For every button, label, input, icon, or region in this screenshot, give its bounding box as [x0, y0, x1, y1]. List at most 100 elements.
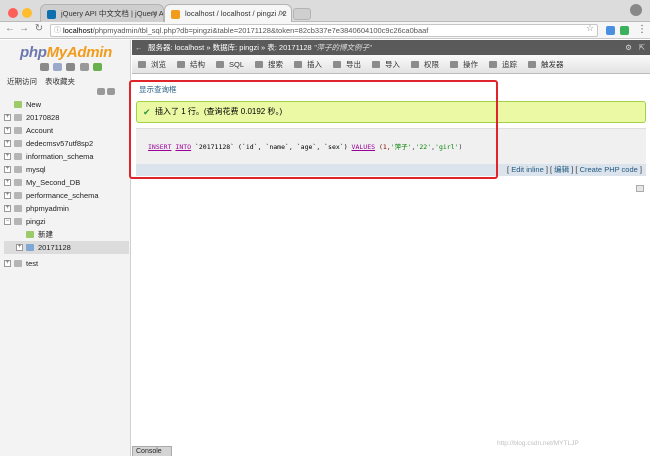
tree-item-database[interactable]: + test [4, 257, 129, 270]
triggers-icon [528, 61, 537, 68]
watermark-text: http://blog.csdn.net/MYTLJP [497, 440, 579, 447]
expand-icon[interactable]: + [4, 140, 11, 147]
expand-icon[interactable]: + [4, 166, 11, 173]
expand-icon[interactable]: ⇱ [639, 40, 645, 55]
window-minimize-button[interactable] [22, 8, 32, 18]
sql-icon [216, 61, 224, 68]
profile-avatar-icon[interactable] [630, 4, 642, 16]
sidebar-tabs: 近期访问 表收藏夹 [7, 76, 83, 87]
favorites-tab[interactable]: 表收藏夹 [45, 77, 75, 86]
info-icon[interactable]: ⓘ [54, 25, 61, 36]
tab-export[interactable]: 导出 [327, 55, 366, 74]
forward-arrow-icon[interactable]: → [18, 23, 30, 34]
browser-tab-strip: jQuery API 中文文档 | jQuery A ✕ localhost /… [0, 0, 650, 23]
tab-operations[interactable]: 操作 [444, 55, 483, 74]
show-query-box-link[interactable]: 显示查询框 [139, 84, 177, 95]
table-menu-bar: 浏览 结构 SQL 搜索 插入 导出 导入 权限 操作 追踪 触发器 [132, 55, 650, 74]
database-icon [14, 127, 22, 134]
browser-menu-icon[interactable]: ⋮ [637, 24, 647, 35]
database-icon [14, 166, 22, 173]
tab-search[interactable]: 搜索 [249, 55, 288, 74]
sql-query-display: INSERT INTO `20171128` (`id`, `name`, `a… [136, 128, 646, 164]
database-icon [14, 218, 22, 225]
tree-item-database[interactable]: + Account [4, 124, 129, 137]
tree-item-new-table[interactable]: 新建 [4, 228, 129, 241]
insert-icon [294, 61, 303, 68]
collapse-controls [97, 88, 117, 96]
browser-tab-jquery[interactable]: jQuery API 中文文档 | jQuery A ✕ [40, 4, 164, 23]
edit-link[interactable]: 编辑 [554, 165, 569, 174]
back-arrow-icon[interactable]: ← [135, 40, 143, 55]
extension-icon-green[interactable] [620, 26, 629, 35]
tree-item-database-pingzi[interactable]: − pingzi [4, 215, 129, 228]
docs-icon[interactable] [66, 63, 76, 71]
console-toggle-button[interactable]: Console [132, 446, 172, 456]
edit-inline-link[interactable]: Edit inline [511, 165, 544, 174]
tree-item-database[interactable]: + mysql [4, 163, 129, 176]
logout-icon[interactable] [53, 63, 63, 71]
tab-privileges[interactable]: 权限 [405, 55, 444, 74]
home-icon[interactable] [40, 63, 49, 71]
tab-structure[interactable]: 结构 [171, 55, 210, 74]
sql-actions: [ Edit inline ] [ 编辑 ] [ Create PHP code… [136, 164, 646, 176]
recent-tab[interactable]: 近期访问 [7, 77, 37, 86]
browser-tab-phpmyadmin[interactable]: localhost / localhost / pingzi / 2 ✕ [164, 4, 292, 23]
tree-item-database[interactable]: + performance_schema [4, 189, 129, 202]
back-arrow-icon[interactable]: ← [4, 23, 16, 34]
close-tab-icon[interactable]: ✕ [151, 5, 158, 23]
tab-title: jQuery API 中文文档 | jQuery A [61, 9, 164, 18]
database-icon [14, 192, 22, 199]
settings-icon[interactable] [79, 63, 89, 71]
expand-icon[interactable]: + [16, 244, 23, 251]
database-icon [14, 260, 22, 267]
export-icon [333, 61, 342, 68]
tab-triggers[interactable]: 触发器 [522, 55, 569, 74]
expand-icon[interactable]: + [4, 114, 11, 121]
tree-item-database[interactable]: + 20170828 [4, 111, 129, 124]
collapse-all-icon[interactable] [97, 88, 105, 95]
expand-icon[interactable]: + [4, 260, 11, 267]
database-icon [14, 140, 22, 147]
browser-toolbar: ← → ↻ ⓘ localhost/phpmyadmin/tbl_sql.php… [0, 22, 650, 39]
navigation-sidebar: phpMyAdmin 近期访问 表收藏夹 New + 20170828 + Acc… [0, 40, 131, 456]
new-tab-button[interactable] [293, 8, 311, 20]
extension-icon-blue[interactable] [606, 26, 615, 35]
tree-item-database[interactable]: + phpmyadmin [4, 202, 129, 215]
bookmark-star-icon[interactable]: ☆ [586, 23, 594, 34]
breadcrumb-server[interactable]: 服务器: localhost [148, 43, 204, 52]
address-bar[interactable]: ⓘ localhost/phpmyadmin/tbl_sql.php?db=pi… [50, 24, 598, 37]
tab-title: localhost / localhost / pingzi / 2 [185, 9, 287, 18]
breadcrumb-table[interactable]: 表: 20171128 [267, 43, 311, 52]
gear-icon[interactable]: ⚙ [625, 40, 632, 55]
create-php-code-link[interactable]: Create PHP code [580, 165, 638, 174]
database-icon [14, 153, 22, 160]
tab-import[interactable]: 导入 [366, 55, 405, 74]
tab-tracking[interactable]: 追踪 [483, 55, 522, 74]
expand-icon[interactable]: + [4, 127, 11, 134]
tab-sql[interactable]: SQL [210, 55, 249, 74]
expand-icon[interactable]: + [4, 179, 11, 186]
page-settings-toggle-icon[interactable] [636, 185, 644, 192]
expand-icon[interactable]: + [4, 205, 11, 212]
reload-nav-icon[interactable] [92, 63, 102, 71]
link-with-main-icon[interactable] [107, 88, 115, 95]
tree-item-new[interactable]: New [4, 98, 129, 111]
expand-icon[interactable]: + [4, 192, 11, 199]
collapse-icon[interactable]: − [4, 218, 11, 225]
tree-item-database[interactable]: + information_schema [4, 150, 129, 163]
tree-item-database[interactable]: + My_Second_DB [4, 176, 129, 189]
structure-icon [177, 61, 185, 68]
browse-icon [138, 61, 146, 68]
expand-icon[interactable]: + [4, 153, 11, 160]
phpmyadmin-logo[interactable]: phpMyAdmin [20, 44, 112, 61]
tree-item-database[interactable]: + dedecmsv57utf8sp2 [4, 137, 129, 150]
tree-item-table-selected[interactable]: + 20171128 [4, 241, 129, 254]
close-tab-icon[interactable]: ✕ [279, 5, 286, 23]
window-close-button[interactable] [8, 8, 18, 18]
tab-browse[interactable]: 浏览 [132, 55, 171, 74]
privileges-icon [411, 61, 420, 68]
tab-insert[interactable]: 插入 [288, 55, 327, 74]
database-tree: New + 20170828 + Account + dedecmsv57utf… [4, 98, 129, 270]
reload-icon[interactable]: ↻ [33, 23, 45, 34]
breadcrumb-database[interactable]: 数据库: pingzi [213, 43, 259, 52]
